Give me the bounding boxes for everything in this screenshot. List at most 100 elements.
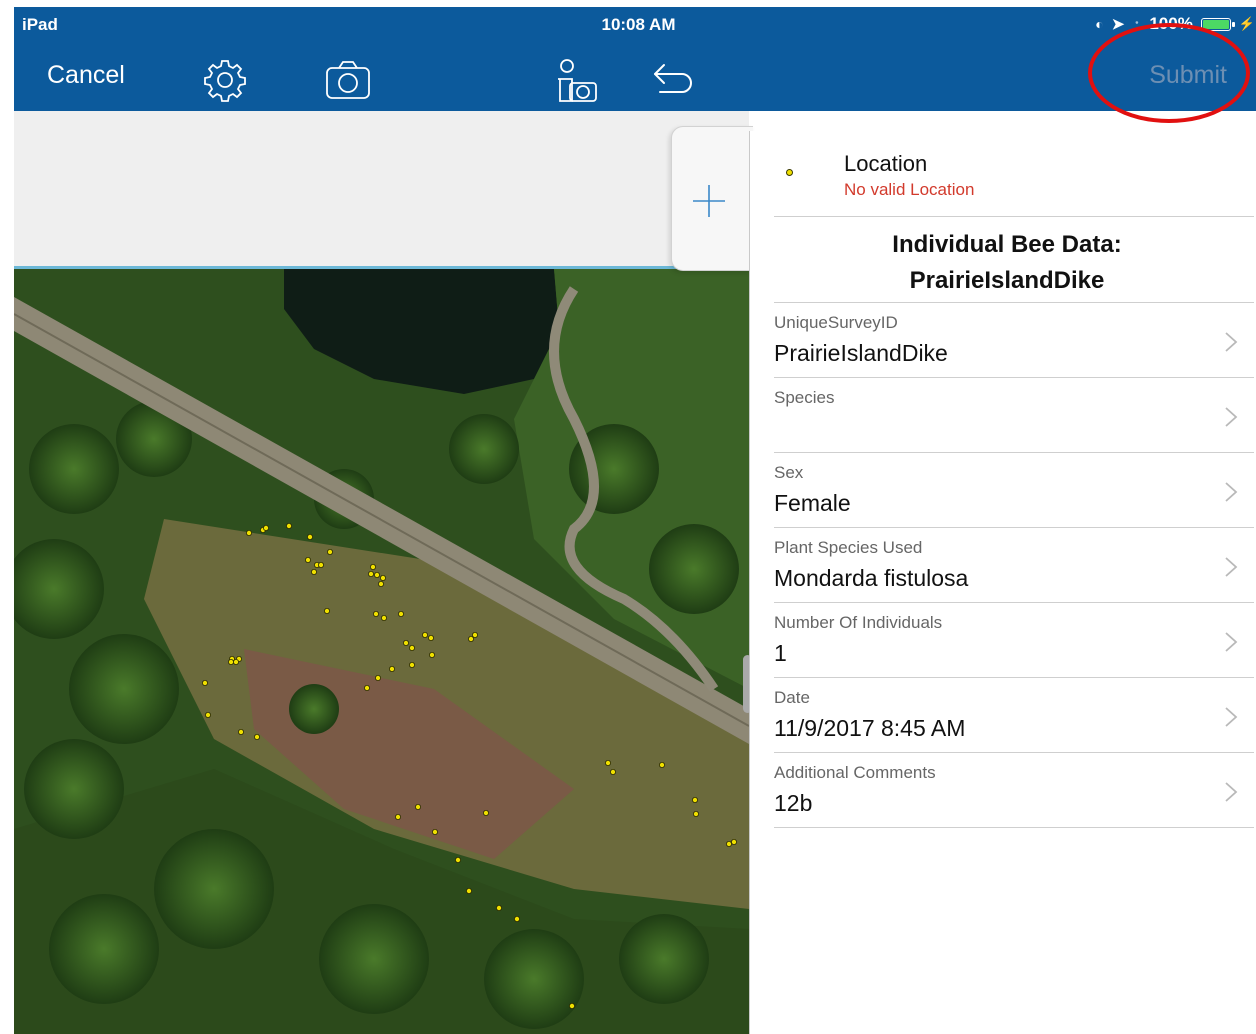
survey-point[interactable]	[237, 728, 244, 735]
survey-point[interactable]	[372, 610, 379, 617]
satellite-map[interactable]	[14, 266, 749, 1034]
survey-point[interactable]	[388, 665, 395, 672]
bluetooth-icon: ᛫	[1132, 15, 1142, 33]
field-label: Additional Comments	[774, 763, 936, 782]
survey-point[interactable]	[306, 533, 313, 540]
map-canvas[interactable]	[14, 269, 749, 1034]
field-row-uniquesurveyid[interactable]: UniqueSurveyID PrairieIslandDike	[774, 302, 1254, 377]
survey-point[interactable]	[227, 658, 234, 665]
survey-point[interactable]	[326, 548, 333, 555]
survey-point[interactable]	[569, 1003, 576, 1010]
field-value: Female	[774, 490, 851, 516]
survey-point[interactable]	[204, 711, 211, 718]
charging-icon: ⚡	[1238, 16, 1255, 31]
survey-point[interactable]	[397, 610, 404, 617]
survey-point[interactable]	[421, 631, 428, 638]
survey-point[interactable]	[380, 614, 387, 621]
survey-point[interactable]	[610, 768, 617, 775]
survey-point[interactable]	[253, 733, 260, 740]
status-indicators: ◐ ➤ ᛫ 100% ⚡	[1095, 14, 1255, 34]
survey-point[interactable]	[323, 607, 330, 614]
location-point-icon	[786, 169, 793, 176]
survey-point[interactable]	[465, 888, 472, 895]
survey-point[interactable]	[232, 658, 239, 665]
survey-point[interactable]	[495, 905, 502, 912]
survey-point[interactable]	[454, 857, 461, 864]
add-icon[interactable]	[690, 182, 728, 220]
survey-point[interactable]	[693, 811, 700, 818]
survey-point[interactable]	[402, 639, 409, 646]
camera-icon[interactable]	[324, 57, 372, 103]
chevron-right-icon	[1225, 557, 1238, 577]
survey-point[interactable]	[201, 679, 208, 686]
survey-point[interactable]	[605, 759, 612, 766]
survey-point[interactable]	[408, 644, 415, 651]
survey-point[interactable]	[369, 563, 376, 570]
survey-point[interactable]	[367, 570, 374, 577]
chevron-right-icon	[1225, 482, 1238, 502]
survey-point[interactable]	[692, 797, 699, 804]
survey-point[interactable]	[394, 814, 401, 821]
field-value: Mondarda fistulosa	[774, 565, 969, 591]
survey-point[interactable]	[431, 829, 438, 836]
navigation-bar: iPad 10:08 AM ◐ ➤ ᛫ 100% ⚡ Cancel Submit	[14, 7, 1256, 111]
chevron-right-icon	[1225, 332, 1238, 352]
status-time: 10:08 AM	[601, 15, 676, 34]
undo-icon[interactable]	[650, 57, 698, 101]
form-title: Individual Bee Data: PrairieIslandDike	[770, 227, 1244, 299]
field-value: 12b	[774, 790, 813, 816]
location-row[interactable]: Location No valid Location	[774, 131, 1254, 217]
field-row-plant-species-used[interactable]: Plant Species Used Mondarda fistulosa	[774, 527, 1254, 602]
collect-location-icon[interactable]	[552, 57, 602, 107]
form-title-line: PrairieIslandDike	[909, 267, 1105, 294]
survey-point[interactable]	[726, 841, 733, 848]
survey-point[interactable]	[471, 631, 478, 638]
field-label: Species	[774, 388, 835, 407]
survey-point[interactable]	[467, 635, 474, 642]
survey-point[interactable]	[377, 580, 384, 587]
field-row-sex[interactable]: Sex Female	[774, 452, 1254, 527]
field-label: Plant Species Used	[774, 538, 923, 557]
survey-point[interactable]	[414, 804, 421, 811]
field-row-additional-comments[interactable]: Additional Comments 12b	[774, 752, 1254, 827]
chevron-right-icon	[1225, 707, 1238, 727]
toolbar: Cancel Submit	[14, 47, 1256, 107]
battery-level-fill	[1202, 19, 1229, 29]
survey-point[interactable]	[310, 568, 317, 575]
survey-point[interactable]	[304, 556, 311, 563]
survey-point[interactable]	[285, 522, 292, 529]
survey-point[interactable]	[408, 661, 415, 668]
survey-point[interactable]	[373, 571, 380, 578]
survey-point[interactable]	[428, 651, 435, 658]
survey-point[interactable]	[363, 684, 370, 691]
gear-icon[interactable]	[202, 57, 248, 103]
field-row-date[interactable]: Date 11/9/2017 8:45 AM	[774, 677, 1254, 752]
survey-form: Location No valid Location Individual Be…	[749, 131, 1256, 1034]
survey-point[interactable]	[245, 529, 252, 536]
field-row-species[interactable]: Species	[774, 377, 1254, 452]
survey-point[interactable]	[427, 634, 434, 641]
location-label: Location	[844, 151, 928, 176]
survey-point[interactable]	[374, 674, 381, 681]
survey-point[interactable]	[659, 761, 666, 768]
survey-point[interactable]	[317, 561, 324, 568]
field-value: 1	[774, 640, 787, 666]
cancel-button[interactable]: Cancel	[47, 61, 125, 90]
battery-icon	[1200, 17, 1235, 31]
add-feature-panel	[671, 126, 753, 271]
map-header-area	[14, 111, 749, 266]
location-services-icon: ➤	[1111, 16, 1125, 33]
orientation-lock-icon: ◐	[1095, 16, 1104, 32]
submit-button[interactable]: Submit	[1149, 61, 1227, 90]
location-error: No valid Location	[844, 180, 975, 199]
survey-point[interactable]	[262, 524, 269, 531]
field-value: PrairieIslandDike	[774, 340, 948, 366]
survey-point[interactable]	[513, 916, 520, 923]
field-label: Date	[774, 688, 810, 707]
survey-point[interactable]	[731, 839, 738, 846]
field-label: Number Of Individuals	[774, 613, 943, 632]
field-label: Sex	[774, 463, 804, 482]
field-row-number-of-individuals[interactable]: Number Of Individuals 1	[774, 602, 1254, 677]
survey-point[interactable]	[482, 810, 489, 817]
survey-point[interactable]	[379, 574, 386, 581]
